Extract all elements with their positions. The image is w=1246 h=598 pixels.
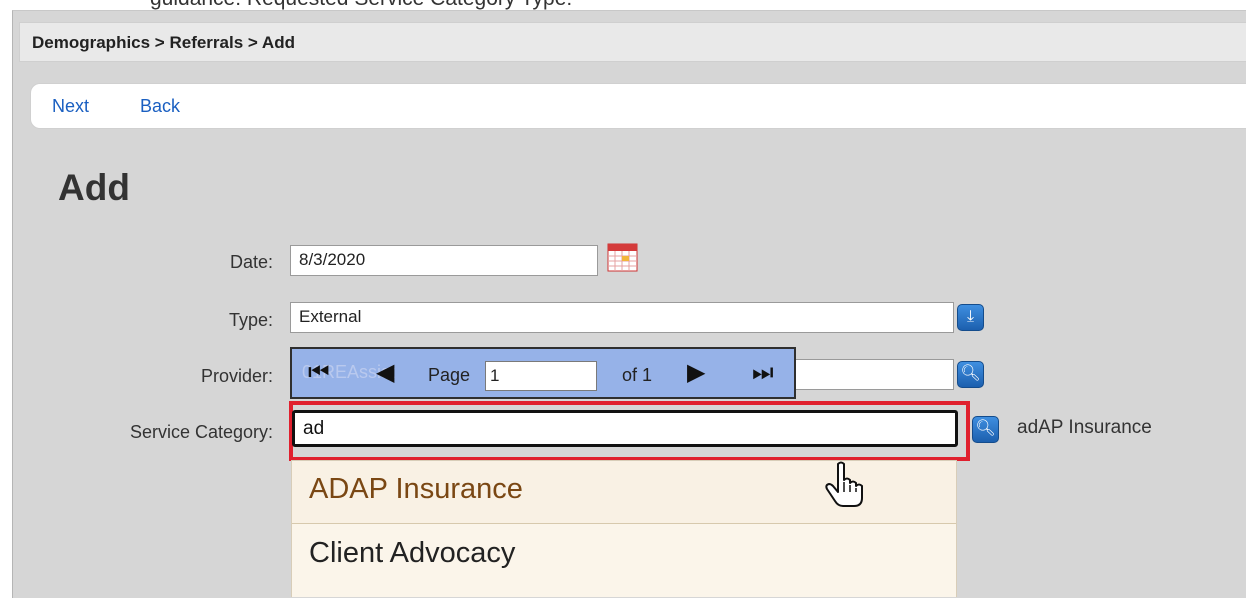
provider-lookup-button[interactable]: 🔍︎: [957, 361, 984, 388]
service-category-lookup-button[interactable]: 🔍︎: [972, 416, 999, 443]
download-arrow-icon: ⤓: [966, 308, 975, 325]
search-icon: 🔍︎: [960, 365, 981, 382]
page-number-input[interactable]: 1: [485, 361, 597, 391]
type-field[interactable]: External: [290, 302, 954, 333]
next-page-icon[interactable]: ▶︎: [687, 359, 705, 387]
page-title: Add: [58, 167, 130, 208]
page-count-label: of 1: [622, 365, 653, 385]
type-dropdown-button[interactable]: ⤓: [957, 304, 984, 331]
page-label: Page: [428, 365, 471, 385]
back-link[interactable]: Back: [140, 96, 180, 117]
service-category-label: Service Category:: [129, 422, 273, 442]
provider-label: Provider:: [200, 366, 273, 386]
next-link[interactable]: Next: [52, 96, 89, 117]
prev-page-icon[interactable]: ◀︎: [376, 359, 394, 387]
date-field[interactable]: 8/3/2020: [290, 245, 598, 276]
calendar-icon[interactable]: [607, 242, 638, 272]
dropdown-option[interactable]: Client Advocacy: [292, 525, 956, 588]
service-category-input[interactable]: ad: [292, 410, 958, 447]
first-page-icon[interactable]: ⏮︎: [308, 359, 330, 387]
hand-pointer-icon: [825, 461, 863, 507]
type-label: Type:: [228, 310, 273, 330]
last-page-icon[interactable]: ⏭︎: [752, 359, 774, 387]
search-icon: 🔍︎: [975, 420, 996, 437]
pager-toolbar: 01REAssist ⏮︎ ◀︎ Page 1 of 1 ▶︎ ⏭︎: [290, 347, 796, 399]
service-category-result: adAP Insurance: [1017, 417, 1152, 438]
breadcrumb: Demographics > Referrals > Add: [19, 22, 1246, 62]
date-label: Date:: [229, 252, 273, 272]
action-nav-bar: Next Back: [30, 83, 1246, 129]
